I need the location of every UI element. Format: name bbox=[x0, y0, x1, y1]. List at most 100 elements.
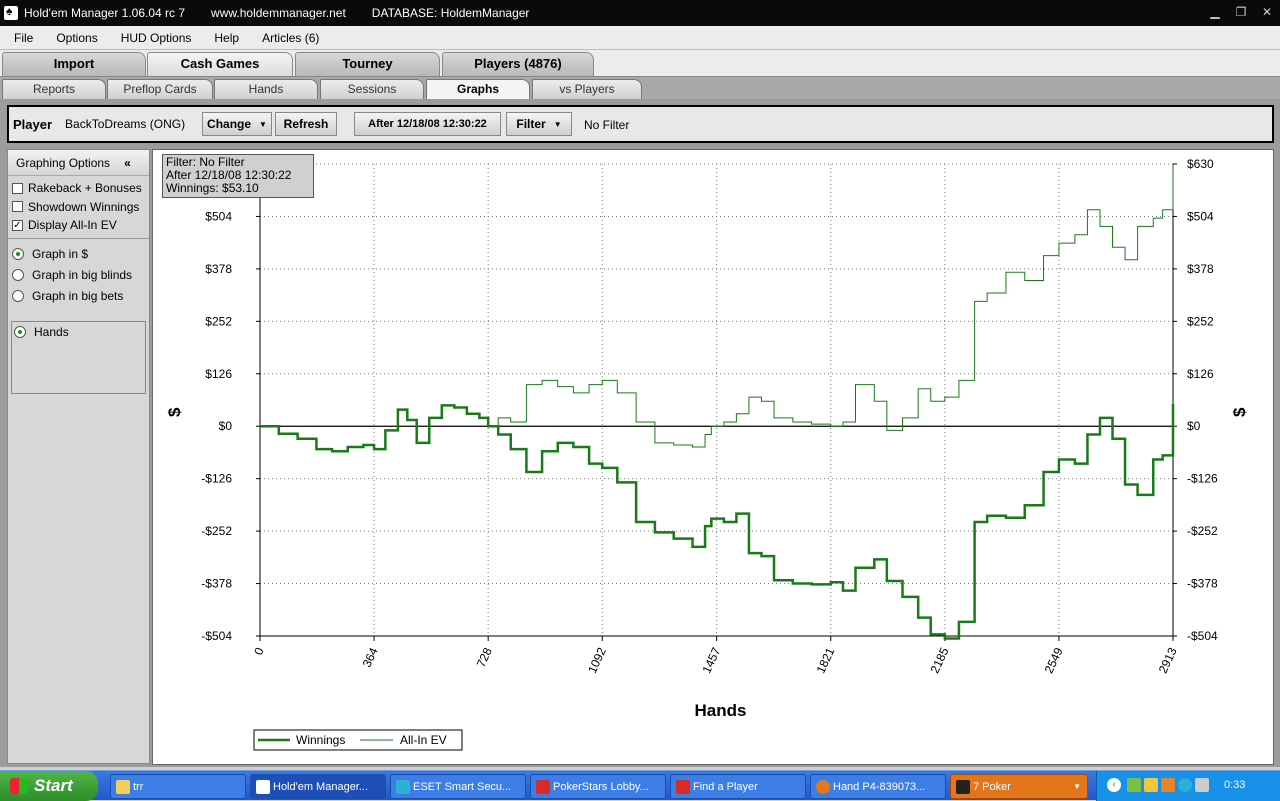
tab-players[interactable]: Players (4876) bbox=[442, 52, 594, 76]
tray-app-icon[interactable] bbox=[1161, 778, 1175, 792]
taskbar-item-poker[interactable]: 7 Poker ▼ bbox=[950, 774, 1088, 799]
chevron-down-icon: ▼ bbox=[553, 119, 562, 129]
tray-app-icon[interactable] bbox=[1195, 778, 1209, 792]
date-filter-button[interactable]: After 12/18/08 12:30:22 bbox=[354, 112, 501, 136]
allin-ev-checkbox[interactable]: ✓ Display All-In EV bbox=[8, 216, 149, 235]
graph-big-blinds-radio[interactable]: Graph in big blinds bbox=[8, 265, 149, 286]
start-button[interactable]: Start bbox=[0, 771, 98, 801]
taskbar-item-label: Find a Player bbox=[693, 780, 758, 793]
menu-articles[interactable]: Articles (6) bbox=[248, 31, 328, 45]
taskbar-item-pokerstars[interactable]: PokerStars Lobby... bbox=[530, 774, 666, 799]
tray-app-icon[interactable] bbox=[1127, 778, 1141, 792]
main-tab-bar: Import Cash Games Tourney Players (4876) bbox=[0, 50, 1280, 76]
y-tick-label-right: -$252 bbox=[1187, 524, 1218, 538]
tab-hands[interactable]: Hands bbox=[214, 79, 318, 100]
radio-selected-icon bbox=[14, 326, 26, 338]
menu-hud-options[interactable]: HUD Options bbox=[107, 31, 201, 45]
sub-tab-bar: Reports Preflop Cards Hands Sessions Gra… bbox=[0, 76, 1280, 100]
restore-icon[interactable]: ❐ bbox=[1232, 4, 1250, 20]
y-tick-label-right: $378 bbox=[1187, 262, 1214, 276]
database-label: DATABASE: HoldemManager bbox=[371, 6, 530, 20]
hands-radio[interactable]: Hands bbox=[12, 322, 145, 342]
tab-import[interactable]: Import bbox=[2, 52, 146, 76]
taskbar-item-find-player[interactable]: Find a Player bbox=[670, 774, 806, 799]
y-axis-title-left: $ bbox=[165, 407, 184, 417]
x-tick-label: 1457 bbox=[699, 645, 723, 675]
y-tick-label-right: $252 bbox=[1187, 314, 1214, 328]
taskbar-item-label: 7 Poker bbox=[973, 780, 1011, 793]
close-icon[interactable]: ✕ bbox=[1258, 4, 1276, 20]
y-tick-label-left: -$378 bbox=[201, 577, 232, 591]
rakeback-checkbox[interactable]: Rakeback + Bonuses bbox=[8, 179, 149, 198]
taskbar-item-folder[interactable]: trr bbox=[110, 774, 246, 799]
x-tick-label: 1092 bbox=[585, 645, 609, 675]
y-tick-label-left: -$252 bbox=[201, 524, 232, 538]
minimize-icon[interactable]: ▁ bbox=[1206, 4, 1224, 20]
showdown-label: Showdown Winnings bbox=[28, 199, 140, 214]
filter-button[interactable]: Filter ▼ bbox=[506, 112, 572, 136]
menu-help[interactable]: Help bbox=[200, 31, 248, 45]
y-axis-title-right: $ bbox=[1230, 407, 1249, 417]
folder-icon bbox=[116, 780, 130, 794]
y-tick-label-left: $504 bbox=[205, 209, 232, 223]
graph-big-bets-label: Graph in big bets bbox=[32, 289, 124, 303]
y-tick-label-left: -$126 bbox=[201, 472, 232, 486]
y-tick-label-right: $630 bbox=[1187, 157, 1214, 171]
checkbox-icon bbox=[12, 182, 23, 194]
menu-options[interactable]: Options bbox=[42, 31, 106, 45]
x-tick-label: 728 bbox=[474, 645, 495, 669]
showdown-checkbox[interactable]: Showdown Winnings bbox=[8, 198, 149, 217]
tray-app-icon[interactable] bbox=[1178, 778, 1192, 792]
y-tick-label-left: -$504 bbox=[201, 629, 232, 643]
graphing-options-title: Graphing Options bbox=[16, 155, 111, 170]
tab-graphs[interactable]: Graphs bbox=[426, 79, 530, 100]
x-tick-label: 2913 bbox=[1156, 645, 1180, 675]
taskbar-item-eset[interactable]: ESET Smart Secu... bbox=[390, 774, 526, 799]
graphing-options-header[interactable]: Graphing Options « bbox=[8, 150, 149, 176]
x-tick-label: 2185 bbox=[928, 645, 952, 675]
collapse-icon[interactable]: « bbox=[124, 156, 131, 170]
taskbar-item-label: ESET Smart Secu... bbox=[413, 780, 512, 793]
y-tick-label-left: $252 bbox=[205, 314, 232, 328]
menu-file[interactable]: File bbox=[0, 31, 42, 45]
show-hidden-icons-icon[interactable]: ‹ bbox=[1107, 778, 1121, 792]
window-titlebar: Hold'em Manager 1.06.04 rc 7 www.holdemm… bbox=[0, 0, 1280, 26]
graph-big-bets-radio[interactable]: Graph in big bets bbox=[8, 286, 149, 307]
taskbar-item-holdem-manager[interactable]: Hold'em Manager... bbox=[250, 774, 386, 799]
checkbox-icon bbox=[12, 201, 23, 213]
y-tick-label-left: $378 bbox=[205, 262, 232, 276]
tab-reports[interactable]: Reports bbox=[2, 79, 106, 100]
tab-sessions[interactable]: Sessions bbox=[320, 79, 424, 100]
taskbar-item-label: trr bbox=[133, 780, 144, 793]
filter-button-label: Filter bbox=[516, 117, 546, 131]
player-bar: Player BackToDreams (ONG) Change ▼ Refre… bbox=[7, 105, 1274, 143]
filter-status: No Filter bbox=[584, 118, 630, 132]
tab-preflop-cards[interactable]: Preflop Cards bbox=[107, 79, 213, 100]
legend-label-allin-ev: All-In EV bbox=[400, 733, 447, 747]
poker-icon bbox=[956, 780, 970, 794]
chevron-down-icon: ▼ bbox=[259, 119, 267, 129]
tab-cash-games[interactable]: Cash Games bbox=[147, 52, 293, 76]
change-button[interactable]: Change ▼ bbox=[202, 112, 272, 136]
chevron-down-icon: ▼ bbox=[1073, 782, 1081, 791]
y-tick-label-right: $0 bbox=[1187, 419, 1201, 433]
x-tick-label: 364 bbox=[360, 645, 381, 669]
graph-dollars-radio[interactable]: Graph in $ bbox=[8, 244, 149, 265]
taskbar-item-firefox[interactable]: Hand P4-839073... bbox=[810, 774, 946, 799]
x-tick-label: 0 bbox=[251, 645, 267, 657]
tab-tourney[interactable]: Tourney bbox=[295, 52, 440, 76]
windows-flag-icon bbox=[10, 778, 28, 794]
clock: 0:33 bbox=[1224, 779, 1246, 791]
refresh-button[interactable]: Refresh bbox=[275, 112, 337, 136]
window-title: Hold'em Manager 1.06.04 rc 7 bbox=[24, 6, 186, 20]
radio-icon bbox=[12, 269, 24, 281]
checkmark-icon: ✓ bbox=[12, 219, 23, 231]
tab-vs-players[interactable]: vs Players bbox=[532, 79, 642, 100]
y-tick-label-right: -$504 bbox=[1187, 629, 1218, 643]
tray-app-icon[interactable] bbox=[1144, 778, 1158, 792]
player-name: BackToDreams (ONG) bbox=[65, 117, 186, 131]
pokerstars-icon bbox=[536, 780, 550, 794]
graph-big-blinds-label: Graph in big blinds bbox=[32, 268, 133, 282]
hands-radio-label: Hands bbox=[34, 325, 69, 339]
graph-area: $630 $504 $504 $378 $378 $252 $252 $126 $126 $0 $0… bbox=[152, 149, 1274, 765]
